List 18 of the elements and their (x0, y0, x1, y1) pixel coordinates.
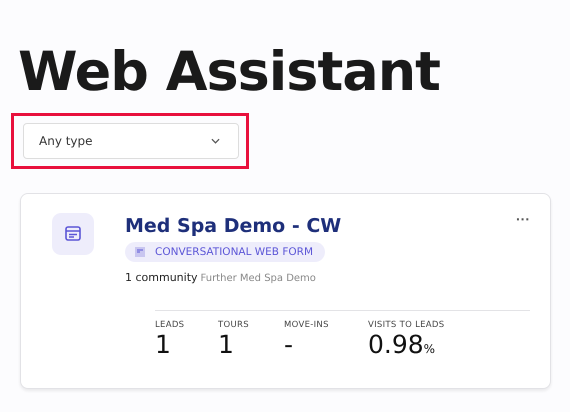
stat-label: VISITS TO LEADS (368, 320, 444, 330)
community-name: Further Med Spa Demo (200, 273, 316, 284)
stat-value: 1 (218, 330, 235, 360)
community-count: 1 community (125, 271, 198, 284)
form-icon (52, 213, 94, 255)
stat-value: 1 (155, 330, 172, 360)
page-title: Web Assistant (18, 42, 441, 102)
chevron-down-icon (211, 138, 220, 144)
type-dropdown[interactable]: Any type (23, 123, 239, 159)
card-title[interactable]: Med Spa Demo - CW (125, 213, 516, 239)
more-button[interactable]: ··· (516, 213, 530, 225)
stat-label: MOVE-INS (284, 320, 330, 330)
stat-label: TOURS (218, 320, 250, 330)
stat-value: 0.98% (368, 330, 436, 361)
stat-label: LEADS (155, 320, 186, 330)
type-badge: CONVERSATIONAL WEB FORM (125, 242, 326, 262)
form-icon (135, 247, 145, 257)
stat-value: - (284, 330, 294, 360)
